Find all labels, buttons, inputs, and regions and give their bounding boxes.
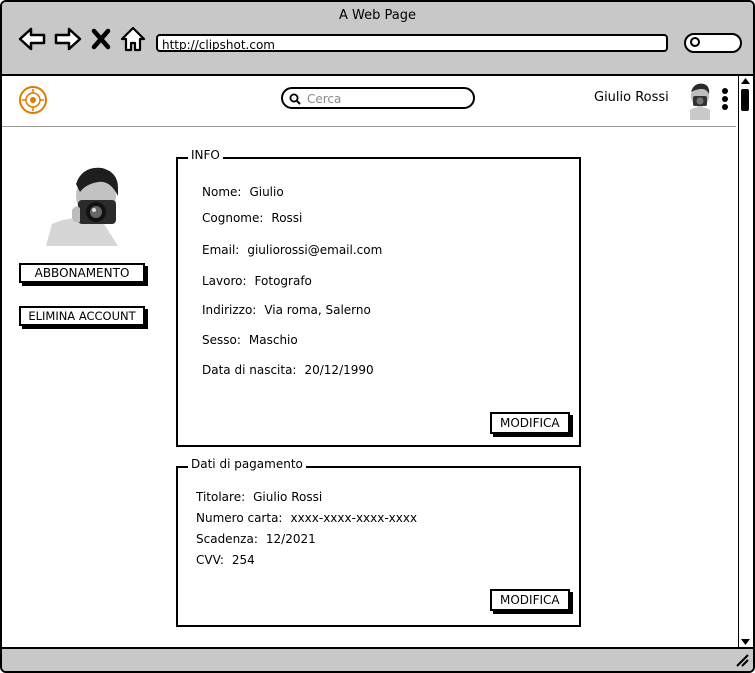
search-icon <box>690 37 700 47</box>
info-row-sex: Sesso: Maschio <box>202 333 298 347</box>
field-label: Scadenza: <box>196 532 258 546</box>
arrow-right-icon <box>54 27 82 51</box>
field-value: Giulio <box>249 185 284 199</box>
field-label: Indirizzo: <box>202 303 257 317</box>
window-title: A Web Page <box>339 8 416 23</box>
vertical-scrollbar[interactable] <box>738 76 752 647</box>
field-label: Data di nascita: <box>202 363 297 377</box>
info-row-birthdate: Data di nascita: 20/12/1990 <box>202 363 374 377</box>
profile-photo <box>38 166 118 246</box>
field-label: Cognome: <box>202 211 264 225</box>
search-box[interactable] <box>281 87 475 109</box>
field-value: 254 <box>231 553 255 567</box>
avatar-icon[interactable] <box>680 80 720 120</box>
page-content: Giulio Rossi ABBONA <box>2 76 736 647</box>
stop-button[interactable] <box>90 26 112 52</box>
close-icon <box>91 28 111 50</box>
payment-panel: Dati di pagamento Titolare: Giulio Rossi … <box>176 457 581 627</box>
field-label: Sesso: <box>202 333 241 347</box>
browser-search-button[interactable] <box>684 33 742 53</box>
home-icon <box>120 26 146 52</box>
payment-row-card-number: Numero carta: xxxx-xxxx-xxxx-xxxx <box>196 511 417 525</box>
payment-row-holder: Titolare: Giulio Rossi <box>196 490 322 504</box>
info-panel: INFO Nome: Giulio Cognome: Rossi Email: giu… <box>176 148 581 447</box>
field-value: Giulio Rossi <box>253 490 323 504</box>
field-label: Numero carta: <box>196 511 283 525</box>
field-value: Rossi <box>271 211 303 225</box>
arrow-left-icon <box>18 27 46 51</box>
scroll-thumb[interactable] <box>741 89 749 111</box>
payment-row-cvv: CVV: 254 <box>196 553 255 567</box>
field-label: CVV: <box>196 553 224 567</box>
info-row-surname: Cognome: Rossi <box>202 211 302 225</box>
field-value: 20/12/1990 <box>304 363 374 377</box>
search-icon <box>289 93 301 105</box>
field-label: Titolare: <box>196 490 246 504</box>
edit-info-button[interactable]: MODIFICA <box>490 412 570 434</box>
forward-button[interactable] <box>54 26 82 52</box>
status-bar <box>2 647 753 671</box>
resize-grip-icon[interactable] <box>735 653 749 667</box>
app-header: Giulio Rossi <box>2 76 736 127</box>
browser-toolbar: A Web Page http://clipshot.com <box>2 2 753 76</box>
kebab-menu-icon[interactable] <box>720 88 730 114</box>
info-row-email: Email: giuliorossi@email.com <box>202 243 382 257</box>
address-bar[interactable]: http://clipshot.com <box>156 34 668 52</box>
browser-window: A Web Page http://clipshot.com Cerca Giu… <box>0 0 755 673</box>
info-legend: INFO <box>188 148 223 162</box>
back-button[interactable] <box>18 26 46 52</box>
payment-row-expiry: Scadenza: 12/2021 <box>196 532 316 546</box>
field-value: Via roma, Salerno <box>264 303 371 317</box>
field-label: Lavoro: <box>202 274 247 288</box>
search-input[interactable] <box>305 90 469 108</box>
field-label: Nome: <box>202 185 242 199</box>
payment-legend: Dati di pagamento <box>188 457 306 471</box>
field-value: giuliorossi@email.com <box>247 243 383 257</box>
info-row-name: Nome: Giulio <box>202 185 284 199</box>
info-row-address: Indirizzo: Via roma, Salerno <box>202 303 371 317</box>
home-button[interactable] <box>119 26 147 52</box>
edit-payment-button[interactable]: MODIFICA <box>490 589 570 611</box>
user-name: Giulio Rossi <box>594 90 669 105</box>
delete-account-button[interactable]: ELIMINA ACCOUNT <box>19 306 145 326</box>
scroll-up-icon[interactable] <box>739 76 752 87</box>
field-label: Email: <box>202 243 240 257</box>
field-value: 12/2021 <box>265 532 316 546</box>
scroll-down-icon[interactable] <box>739 636 752 647</box>
field-value: xxxx-xxxx-xxxx-xxxx <box>290 511 418 525</box>
logo-icon[interactable] <box>18 85 48 115</box>
field-value: Maschio <box>248 333 298 347</box>
field-value: Fotografo <box>254 274 312 288</box>
subscription-button[interactable]: ABBONAMENTO <box>19 263 145 283</box>
info-row-job: Lavoro: Fotografo <box>202 274 312 288</box>
